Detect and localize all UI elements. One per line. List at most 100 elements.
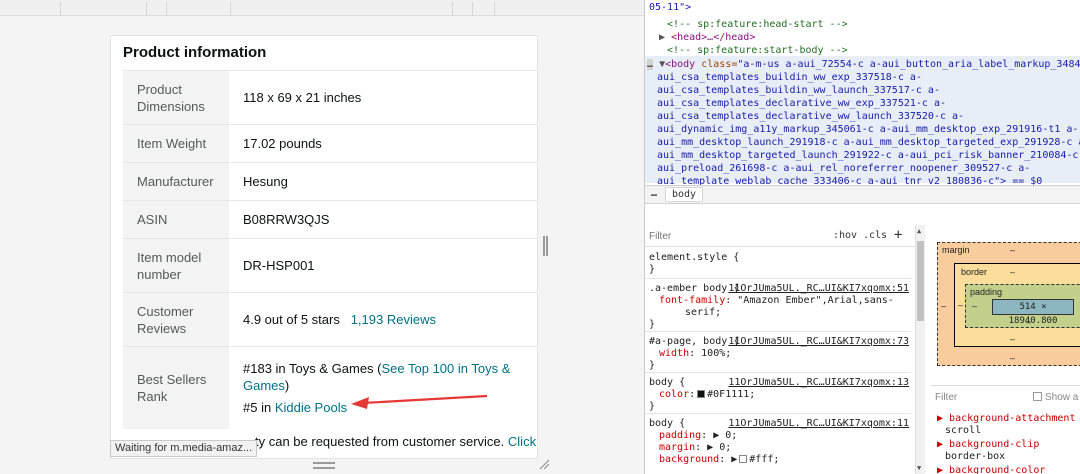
hov-button[interactable]: :hov (833, 230, 857, 241)
styles-pane: :hov .cls + element.style { } .a-ember b… (645, 225, 915, 474)
expand-triangle-icon[interactable]: ▶ (659, 32, 665, 43)
checkbox-icon[interactable] (1033, 392, 1042, 401)
table-row: Product Dimensions 118 x 69 x 21 inches (123, 70, 537, 125)
styles-scroll-thumb[interactable] (917, 241, 924, 321)
click-link[interactable]: Click (508, 434, 536, 449)
strip-divider (60, 2, 61, 15)
scroll-up-icon[interactable]: ▲ (917, 227, 921, 235)
dom-comment[interactable]: <!-- sp:feature:head-start --> (667, 18, 848, 31)
rank1-prefix: #183 in Toys & Games ( (243, 360, 382, 376)
rank2-prefix: #5 in (243, 399, 275, 415)
reviews-link[interactable]: 1,193 Reviews (351, 312, 436, 327)
prop-value: : 100%; (689, 348, 732, 359)
color-swatch-icon[interactable] (697, 390, 706, 398)
box-model-content[interactable]: 514 × 18940.800 (992, 299, 1074, 326)
resize-corner-icon[interactable] (537, 457, 551, 471)
horizontal-resize-grip[interactable] (313, 462, 335, 469)
row-label: Best Sellers Rank (123, 346, 229, 429)
rule-close: } (649, 264, 656, 275)
warranty-line: ty can be requested from customer servic… (255, 434, 505, 449)
body-tag: <body (665, 59, 702, 70)
row-label: Item model number (123, 238, 229, 293)
breadcrumb-body[interactable]: body (665, 187, 704, 202)
rule-source-link[interactable]: 11OrJUma5UL._RC…UI&KI7xqomx:13 (728, 377, 909, 388)
rule-source-link[interactable]: 11OrJUma5UL._RC…UI&KI7xqomx:11 (728, 418, 909, 429)
computed-prop[interactable]: ▶ background-color (937, 465, 1045, 474)
dom-body-node[interactable]: … ▼<body class="a-m-us a-aui_72554-c a-a… (647, 58, 1080, 71)
rule-close: } (649, 319, 656, 330)
rule-source-link[interactable]: 11OrJUma5UL._RC…UI&KI7xqomx:51 (728, 283, 909, 294)
rule-selector[interactable]: element.style { (649, 252, 739, 264)
class-value-line: aui_dynamic_img_a11y_markup_345061-c a-a… (657, 124, 1079, 135)
styles-scrollbar[interactable]: ▲ ▼ (915, 225, 925, 474)
box-model-border: border – – – padding – – 514 × 18940.800 (954, 263, 1080, 347)
more-ellipsis-icon[interactable]: … (647, 59, 654, 70)
computed-prop[interactable]: ▶ background-attachment (937, 413, 1075, 424)
computed-prop-value: scroll (945, 425, 982, 436)
class-value-line: aui_template_weblab_cache_333406-c a-aui… (657, 176, 1043, 185)
computed-prop[interactable]: ▶ background-clip (937, 439, 1039, 450)
margin-bottom-value: – (1010, 353, 1016, 363)
cls-button[interactable]: .cls (863, 230, 887, 241)
margin-label: margin (942, 245, 970, 255)
prop-value: ▶ 0; (707, 442, 732, 453)
computed-prop-value: border-box (945, 451, 1006, 462)
rule-selector[interactable]: #a-page, body { (649, 336, 739, 348)
padding-label: padding (970, 287, 1003, 297)
rating-text: 4.9 out of 5 stars (243, 312, 340, 327)
class-value-line: aui_csa_templates_declarative_ww_exp_337… (657, 98, 946, 109)
prop-value: ▶ 0; (713, 430, 738, 441)
class-value-line: aui_mm_desktop_launch_291918-c a-aui_mm_… (657, 137, 1080, 148)
rule-declaration[interactable]: padding: ▶ 0; (659, 430, 737, 442)
margin-left-value: – (941, 301, 947, 311)
devtools-panel: 05-11"> <!-- sp:feature:head-start --> ▶… (644, 0, 1080, 474)
color-swatch-icon[interactable] (739, 455, 748, 463)
rule-selector[interactable]: body { (649, 377, 685, 389)
padding-left-value: – (972, 301, 978, 311)
page-viewport: Product information Product Dimensions 1… (0, 0, 644, 474)
class-value-line: "a-m-us a-aui_72554-c a-aui_button_aria_… (737, 59, 1080, 70)
dom-head-node[interactable]: ▶ <head>…</head> (659, 31, 755, 44)
styles-toolbar: :hov .cls + (645, 225, 915, 247)
prop-value-cont: serif; (685, 307, 722, 318)
rule-selector[interactable]: body { (649, 418, 685, 430)
strip-divider (166, 2, 167, 15)
rule-declaration[interactable]: color: #0F1111; (659, 389, 755, 401)
strip-divider (452, 2, 453, 15)
class-value-line: aui_csa_templates_buildin_ww_exp_337518-… (657, 72, 922, 83)
vertical-resize-grip[interactable] (543, 236, 548, 256)
status-bar: Waiting for m.media-amaz... (110, 440, 258, 457)
computed-filter-input[interactable]: Filter (935, 392, 957, 403)
class-value-line: aui_csa_templates_buildin_ww_launch_3375… (657, 85, 940, 96)
warranty-text: ty can be requested from customer servic… (255, 434, 536, 449)
row-label: Manufacturer (123, 162, 229, 201)
dom-comment[interactable]: <!-- sp:feature:start-body --> (667, 44, 848, 57)
show-all-checkbox[interactable]: Show a (1033, 392, 1078, 403)
rule-declaration[interactable]: background: ▶ #fff; (659, 454, 779, 466)
table-row: Item Weight 17.02 pounds (123, 124, 537, 163)
styles-filter-input[interactable] (649, 229, 809, 244)
scroll-down-icon[interactable]: ▼ (917, 464, 921, 472)
red-arrow-annotation (351, 394, 488, 409)
row-label: ASIN (123, 200, 229, 239)
rule-selector[interactable]: .a-ember body { (649, 283, 739, 295)
product-info-table: Product Dimensions 118 x 69 x 21 inches … (123, 70, 537, 429)
computed-prop-name: background-clip (949, 439, 1040, 450)
rule-declaration[interactable]: width: 100%; (659, 348, 731, 360)
row-value: 17.02 pounds (243, 136, 322, 151)
rule-declaration[interactable]: font-family: "Amazon Ember",Arial,sans- (659, 295, 894, 307)
rule-source-link[interactable]: 11OrJUma5UL._RC…UI&KI7xqomx:73 (728, 336, 909, 347)
new-rule-button[interactable]: + (894, 227, 902, 243)
margin-top-value: – (1010, 245, 1016, 255)
breadcrumb-ellipsis[interactable]: … (651, 188, 657, 199)
rule-declaration[interactable]: margin: ▶ 0; (659, 442, 731, 454)
class-attr: class= (701, 59, 738, 70)
prop-name: background (659, 454, 720, 465)
strip-divider (230, 2, 231, 15)
rank1-suffix: ) (284, 377, 290, 393)
row-value: 118 x 69 x 21 inches (243, 90, 362, 105)
rule-close: } (649, 401, 656, 412)
elements-tree: 05-11"> <!-- sp:feature:head-start --> ▶… (645, 0, 1080, 185)
box-model-margin: margin – – – border – – – padding – – 51… (937, 242, 1080, 366)
kiddie-pools-link[interactable]: Kiddie Pools (275, 400, 347, 415)
